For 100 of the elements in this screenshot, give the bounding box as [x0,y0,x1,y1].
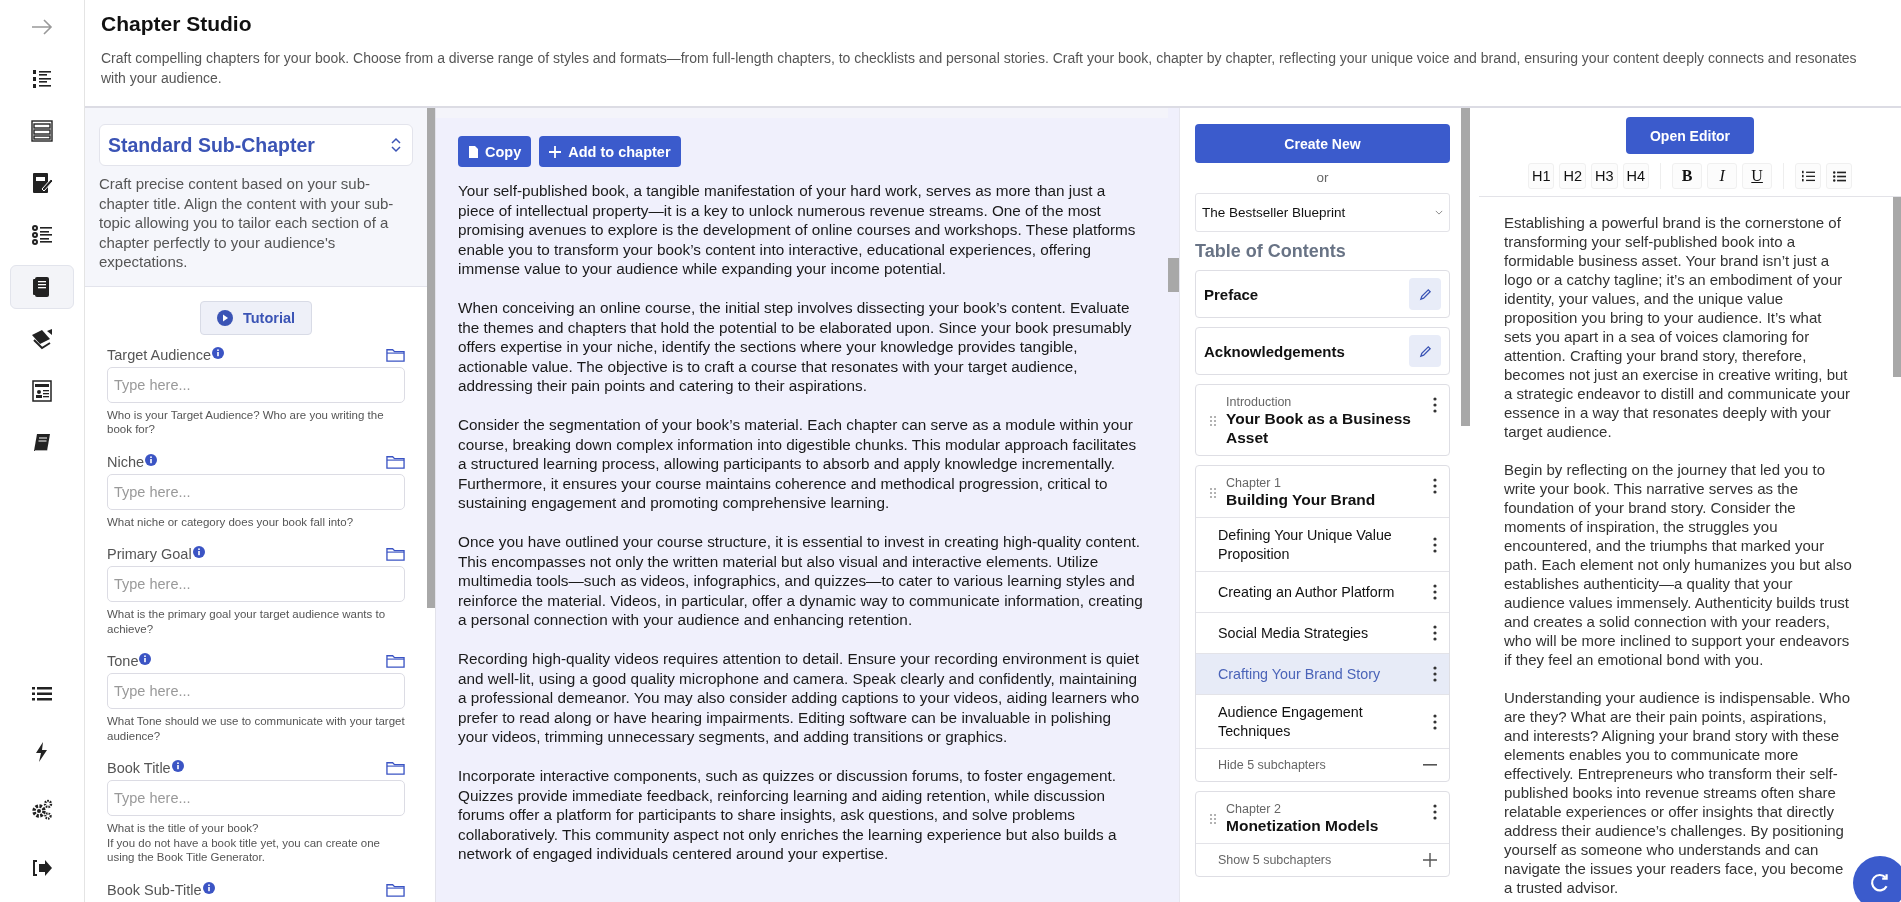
subchapter-item[interactable]: Audience Engagement Techniques [1196,694,1449,748]
info-icon [145,453,158,466]
drag-handle-icon [1210,416,1216,426]
tutorial-button[interactable]: Tutorial [199,300,313,335]
book-select[interactable]: The Bestseller Blueprint [1195,193,1450,232]
editor-paragraph: Establishing a powerful brand is the cornerstone of transforming your self-published book into a formidable business asset. Your brand isn’t just a logo or a catchy tagline; it’s an embodiment of your identity, your values, and the unique value proposition you bring to your audience. It’s what sets you apart in a sea of voices clamoring for attention. Crafting your brand story, therefore, becomes not just an exercise in creative writing, but a strategic endeavor to distill and communicate your essence in a way that resonates deeply with your target audience. [1504,213,1851,441]
chapter-title: Monetization Models [1226,816,1380,835]
field-label: Tone [107,653,139,669]
chapter-label: Introduction [1226,395,1293,409]
bullet-list-icon [1832,169,1846,183]
content-paragraph: Your self-published book, a tangible manifestation of your hard work, serves as more than just a piece of intellectual property—it is a key to unlock numerous revenue streams. One of the most promising avenues to explore is the development of online courses and workshops. These platforms enable you to transform your book’s content into interactive, educational experiences, offering immense value to your audience while expanding your income potential. [458,181,1137,279]
chapter-label: Chapter 1 [1226,476,1282,490]
text-field[interactable]: Type here... [107,566,405,602]
subchapter-item[interactable]: Crafting Your Brand Story [1196,653,1449,694]
chapter-title: Building Your Brand [1226,490,1377,509]
text-field[interactable]: Type here... [107,366,405,403]
field-hint: What is the title of your book? If you do not have a book title yet, you can create one using the Book Title Generator. [107,821,381,865]
folder-icon[interactable] [386,346,405,363]
plus-icon [1423,853,1437,867]
subchapter-toggle[interactable]: Show 5 subchapters [1196,843,1449,876]
toolbar-button[interactable]: I [1707,163,1738,189]
editor-paragraph: Begin by reflecting on the journey that led you to write your book. This narrative serves as the foundation of your brand story. Consider the moments of inspiration, the struggles you encountered, and the triumphs that marked your path. Each element not only humanizes you but also establishes authenticity—a quality that your audience values immensely. Authenticity builds trust and creates a solid connection with your readers, who will be more inclined to support your endeavors if they feel an emotional bond with you. [1504,460,1853,669]
copy-button[interactable]: Copy [458,136,532,167]
field-label: Book Title [107,760,171,776]
field-hint: What is the primary goal your target audience wants to achieve? [107,607,387,636]
minus-icon [1423,764,1437,766]
kebab-menu-icon[interactable] [1433,584,1437,600]
info-icon [212,346,224,359]
refresh-icon [1869,872,1891,894]
sidebar-button[interactable] [10,265,74,309]
info-icon [202,881,215,894]
numbered-list-icon [30,67,54,91]
field-hint: What niche or category does your book fall into? [107,514,355,529]
kebab-menu-icon[interactable] [1433,713,1437,730]
bullet-list-icon [30,223,54,247]
folder-icon[interactable] [386,881,405,898]
chevron-up-down-icon [390,136,402,154]
section-title: Acknowledgements [1204,342,1345,360]
info-icon [139,653,152,665]
subchapter-item[interactable]: Creating an Author Platform [1196,571,1449,612]
toc-heading: Table of Contents [1195,241,1347,262]
subchapter-toggle[interactable]: Hide 5 subchapters [1196,748,1449,781]
chevron-down-icon [1435,210,1443,215]
field-label: Book Sub-Title [107,881,202,898]
content-paragraph: Consider the segmentation of your book’s material. Each chapter can serve as a module within your course, breaking down complex information into digestible chunks. This modular approach facilitates a structured learning process, allowing participants to absorb and apply knowledge incrementally. Furthermore, it ensures your course maintains coherence and methodical progression, critical to sustaining engagement and promoting comprehensive learning. [458,415,1138,513]
bullet-list-button[interactable] [1826,163,1853,189]
folder-icon[interactable] [386,760,405,776]
plus-icon [549,145,562,158]
numbered-list-icon [1801,169,1815,183]
add-to-chapter-button[interactable]: Add to chapter [539,136,681,167]
scrollbar-thumb [1168,258,1179,292]
newspaper-icon [30,379,54,403]
kebab-menu-icon[interactable] [1433,397,1437,413]
play-icon [216,309,233,326]
toolbar-button[interactable]: H1 [1527,163,1555,189]
content-paragraph: Once you have outlined your course structure, it is essential to invest in creating high-quality content. This encompasses not only the written material but also visual and interactive elements. Utilize multimedia tools—such as videos, infographics, and quizzes—to cater to various learning styles and reinforce the material. Videos, in particular, offer a dynamic way to communicate information, creating a personal connection with your audience and enhancing retention. [458,532,1144,630]
pencil-icon [1418,344,1432,358]
kebab-menu-icon[interactable] [1433,536,1437,553]
content-paragraph: Recording high-quality videos requires attention to detail. Ensure your recording environment is quiet and well-lit, using a good quality microphone and camera. Speak clearly and confidently, maintaining a professional demeanor. You may also consider adding captions to your videos, aiding learners who prefer to read along or have hearing impairments. Editing software can be invaluable in polishing your videos, trimming unnecessary segments, and adding transitions or graphics. [458,649,1141,747]
numbered-list-button[interactable] [1795,163,1822,189]
document-icon [468,145,478,158]
or-label: or [1316,170,1329,185]
section-title: Preface [1204,285,1259,303]
template-description: Craft precise content based on your sub-chapter title. Align the content with your sub-topic allowing you to tailor each section of a chapter perfectly to your audience's expectations. [99,174,395,272]
subchapter-item[interactable]: Defining Your Unique Value Proposition [1196,517,1449,571]
content-paragraph: Incorporate interactive components, such as quizzes or discussion forums, to foster engagement. Quizzes provide immediate feedback, reinforcing learning and aiding retention, while discussion forums offer a platform for participants to share insights, ask questions, and solve problems collaboratively. This community aspect not only enriches the learning experience but also builds a network of engaged individuals centered around your expertise. [458,766,1118,864]
chapter-label: Chapter 2 [1226,802,1282,816]
drag-handle-icon [1210,487,1216,498]
help-button[interactable] [1853,856,1901,902]
edit-button[interactable] [1409,278,1441,310]
open-editor-button[interactable]: Open Editor [1625,117,1755,154]
kebab-menu-icon[interactable] [1433,666,1437,682]
field-hint: Who is your Target Audience? Who are you writing the book for? [107,407,385,437]
info-icon [192,546,205,558]
toolbar-button[interactable]: H4 [1622,163,1650,189]
text-field[interactable]: Type here... [107,473,405,510]
field-label: Niche [107,453,145,470]
pencil-icon [1418,287,1432,301]
folder-icon[interactable] [386,653,405,669]
text-field[interactable]: Type here... [107,780,405,816]
folder-icon[interactable] [386,453,405,470]
toolbar-button[interactable]: H2 [1559,163,1586,189]
editor-paragraph: Understanding your audience is indispensable. Who are they? What are their pain points, aspirations, and interests? Aligning your brand story with these elements enables you to communicate more effectively. Entrepreneurs who transform their self-published books into revenue streams often share relatable experiences or offer insights that directly address their audience’s challenges. By positioning yourself as someone who understands and can navigate the issues your readers face, you become a trusted advisor. [1504,688,1852,897]
checklist-document-icon [30,119,54,143]
page-description: Craft compelling chapters for your book. Choose from a diverse range of styles and formats—from full-length chapters, to checklists and personal stories. Craft your book, chapter by chapter, reflecting your unique voice and brand, ensuring your content deeply connects and resonates with your audience. [101,49,1858,88]
content-paragraph: When conceiving an online course, the initial step involves dissecting your book’s content. Evaluate the themes and chapters that hold the potential to be elaborated upon. Since your book presumably offers expertise in your niche, identify the sections where your knowledge provides tangible, actionable value. The objective is to craft a course that resonates with your target audience, addressing their pain points and catering to their aspirations. [458,298,1133,396]
info-icon [171,760,184,772]
field-hint: What Tone should we use to communicate with your target audience? [107,714,405,743]
kebab-menu-icon[interactable] [1433,804,1437,820]
text-field[interactable]: Type here... [107,673,405,709]
kebab-menu-icon[interactable] [1433,478,1437,494]
folder-icon[interactable] [386,546,405,562]
template-select[interactable]: Standard Sub-Chapter [99,124,413,166]
field-label: Target Audience [107,346,211,363]
toolbar-button[interactable]: H3 [1591,163,1618,189]
kebab-menu-icon[interactable] [1433,625,1437,641]
edit-button[interactable] [1409,335,1441,367]
create-new-button[interactable]: Create New [1195,124,1450,163]
toolbar-button[interactable]: U [1742,163,1773,189]
toolbar-button[interactable]: B [1672,163,1703,189]
